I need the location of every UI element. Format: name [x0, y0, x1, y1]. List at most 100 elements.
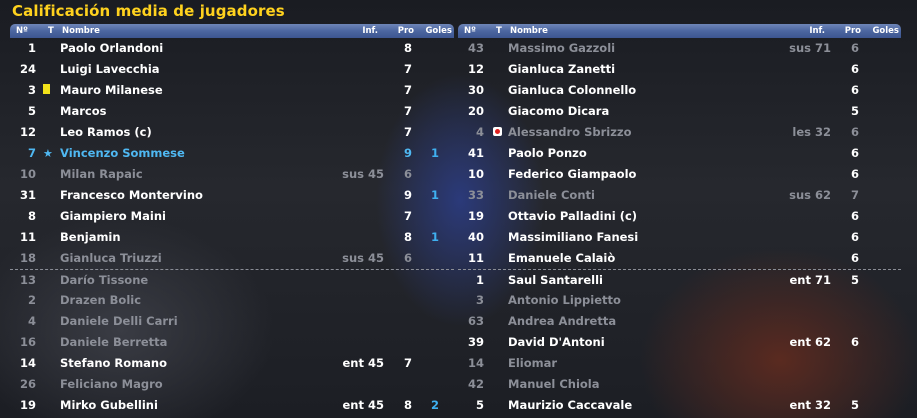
- player-info: les 32: [792, 125, 831, 139]
- player-row[interactable]: 31 Francesco Montervino 9 1: [10, 185, 454, 206]
- player-rating: 9: [403, 188, 412, 202]
- player-rating: 5: [850, 398, 859, 412]
- player-name: Luigi Lavecchia: [60, 62, 160, 76]
- col-header-goles[interactable]: Goles: [425, 26, 452, 36]
- star-icon: ★: [43, 147, 53, 160]
- player-rating: 7: [403, 209, 412, 223]
- player-name: Darío Tissone: [60, 273, 149, 287]
- col-header-t[interactable]: T: [496, 26, 502, 36]
- injury-icon: [493, 125, 505, 139]
- player-number: 14: [19, 356, 36, 370]
- player-number: 40: [467, 230, 484, 244]
- player-row[interactable]: 10 Federico Giampaolo 6: [458, 164, 901, 185]
- col-header-goles[interactable]: Goles: [872, 26, 899, 36]
- player-row[interactable]: 5 Maurizio Caccavale ent 32 5: [458, 395, 901, 416]
- player-row[interactable]: 18 Gianluca Triuzzi sus 45 6: [10, 248, 454, 269]
- player-row[interactable]: 41 Paolo Ponzo 6: [458, 143, 901, 164]
- yellow-card-icon: [43, 83, 55, 97]
- home-team-ratings-table: Nº T Nombre Inf. Pro Goles 1 Paolo Orland…: [10, 24, 454, 416]
- player-row[interactable]: 11 Benjamin 8 1: [10, 227, 454, 248]
- player-row[interactable]: 40 Massimiliano Fanesi 6: [458, 227, 901, 248]
- player-rating: 9: [403, 146, 412, 160]
- player-row[interactable]: 4 Daniele Delli Carri: [10, 311, 454, 332]
- player-row[interactable]: 13 Darío Tissone: [10, 269, 454, 290]
- player-goals: 2: [430, 398, 439, 412]
- player-row[interactable]: 42 Manuel Chiola: [458, 374, 901, 395]
- player-name: Massimo Gazzoli: [508, 41, 616, 55]
- player-row[interactable]: 63 Andrea Andretta: [458, 311, 901, 332]
- player-row[interactable]: 26 Feliciano Magro: [10, 374, 454, 395]
- col-header-number[interactable]: Nº: [16, 26, 28, 36]
- player-name: Gianluca Zanetti: [508, 62, 616, 76]
- player-name: Giampiero Maini: [60, 209, 166, 223]
- player-row[interactable]: 3 Mauro Milanese 7: [10, 80, 454, 101]
- player-number: 1: [475, 273, 484, 287]
- player-rating: 6: [850, 41, 859, 55]
- player-row[interactable]: 30 Gianluca Colonnello 6: [458, 80, 901, 101]
- player-info: ent 62: [789, 335, 832, 349]
- player-row[interactable]: 1 Saul Santarelli ent 71 5: [458, 269, 901, 290]
- player-row[interactable]: 20 Giacomo Dicara 5: [458, 101, 901, 122]
- player-row[interactable]: 3 Antonio Lippietto: [458, 290, 901, 311]
- player-name: Federico Giampaolo: [508, 167, 637, 181]
- player-row[interactable]: 7 ★ Vincenzo Sommese 9 1: [10, 143, 454, 164]
- player-rating: 5: [850, 104, 859, 118]
- player-name: Paolo Orlandoni: [60, 41, 164, 55]
- player-row[interactable]: 39 David D'Antoni ent 62 6: [458, 332, 901, 353]
- player-rating: 6: [850, 62, 859, 76]
- col-header-pro[interactable]: Pro: [845, 26, 861, 36]
- player-row[interactable]: 10 Milan Rapaic sus 45 6: [10, 164, 454, 185]
- player-row[interactable]: 12 Leo Ramos (c) 7: [10, 122, 454, 143]
- col-header-name[interactable]: Nombre: [62, 26, 100, 36]
- player-name: Stefano Romano: [60, 356, 168, 370]
- player-name: Eliomar: [508, 356, 558, 370]
- player-row[interactable]: 33 Daniele Conti sus 62 7: [458, 185, 901, 206]
- col-header-inf[interactable]: Inf.: [362, 26, 378, 36]
- player-number: 3: [475, 293, 484, 307]
- player-row[interactable]: 16 Daniele Berretta: [10, 332, 454, 353]
- player-number: 39: [467, 335, 484, 349]
- player-row[interactable]: 12 Gianluca Zanetti 6: [458, 59, 901, 80]
- player-name: Giacomo Dicara: [508, 104, 610, 118]
- player-name: Daniele Delli Carri: [60, 314, 178, 328]
- player-name: David D'Antoni: [508, 335, 605, 349]
- player-row[interactable]: 19 Ottavio Palladini (c) 6: [458, 206, 901, 227]
- player-row[interactable]: 14 Eliomar: [458, 353, 901, 374]
- player-row[interactable]: 11 Emanuele Calaiò 6: [458, 248, 901, 269]
- player-row[interactable]: 19 Mirko Gubellini ent 45 8 2: [10, 395, 454, 416]
- player-name: Milan Rapaic: [60, 167, 143, 181]
- player-row[interactable]: 1 Paolo Orlandoni 8: [10, 38, 454, 59]
- player-number: 16: [19, 335, 36, 349]
- player-name: Marcos: [60, 104, 107, 118]
- player-name: Leo Ramos (c): [60, 125, 152, 139]
- player-name: Drazen Bolic: [60, 293, 142, 307]
- player-row[interactable]: 24 Luigi Lavecchia 7: [10, 59, 454, 80]
- player-number: 4: [27, 314, 36, 328]
- player-name: Feliciano Magro: [60, 377, 163, 391]
- player-rating: 6: [850, 167, 859, 181]
- col-header-t[interactable]: T: [48, 26, 54, 36]
- player-number: 19: [19, 398, 36, 412]
- player-number: 42: [467, 377, 484, 391]
- player-row[interactable]: 43 Massimo Gazzoli sus 71 6: [458, 38, 901, 59]
- player-info: ent 45: [342, 398, 385, 412]
- player-rating: 7: [403, 104, 412, 118]
- player-row[interactable]: 8 Giampiero Maini 7: [10, 206, 454, 227]
- player-row[interactable]: 4 Alessandro Sbrizzo les 32 6: [458, 122, 901, 143]
- player-name: Ottavio Palladini (c): [508, 209, 638, 223]
- player-rating: 6: [850, 83, 859, 97]
- player-number: 5: [27, 104, 36, 118]
- col-header-name[interactable]: Nombre: [510, 26, 548, 36]
- away-team-ratings-table: Nº T Nombre Inf. Pro Goles 43 Massimo Gaz…: [458, 24, 901, 416]
- col-header-inf[interactable]: Inf.: [809, 26, 825, 36]
- player-row[interactable]: 5 Marcos 7: [10, 101, 454, 122]
- player-info: ent 71: [789, 273, 832, 287]
- col-header-pro[interactable]: Pro: [398, 26, 414, 36]
- player-name: Emanuele Calaiò: [508, 251, 616, 265]
- col-header-number[interactable]: Nº: [464, 26, 476, 36]
- player-row[interactable]: 2 Drazen Bolic: [10, 290, 454, 311]
- player-rating: 7: [403, 62, 412, 76]
- player-rating: 8: [403, 230, 412, 244]
- player-number: 2: [27, 293, 36, 307]
- player-row[interactable]: 14 Stefano Romano ent 45 7: [10, 353, 454, 374]
